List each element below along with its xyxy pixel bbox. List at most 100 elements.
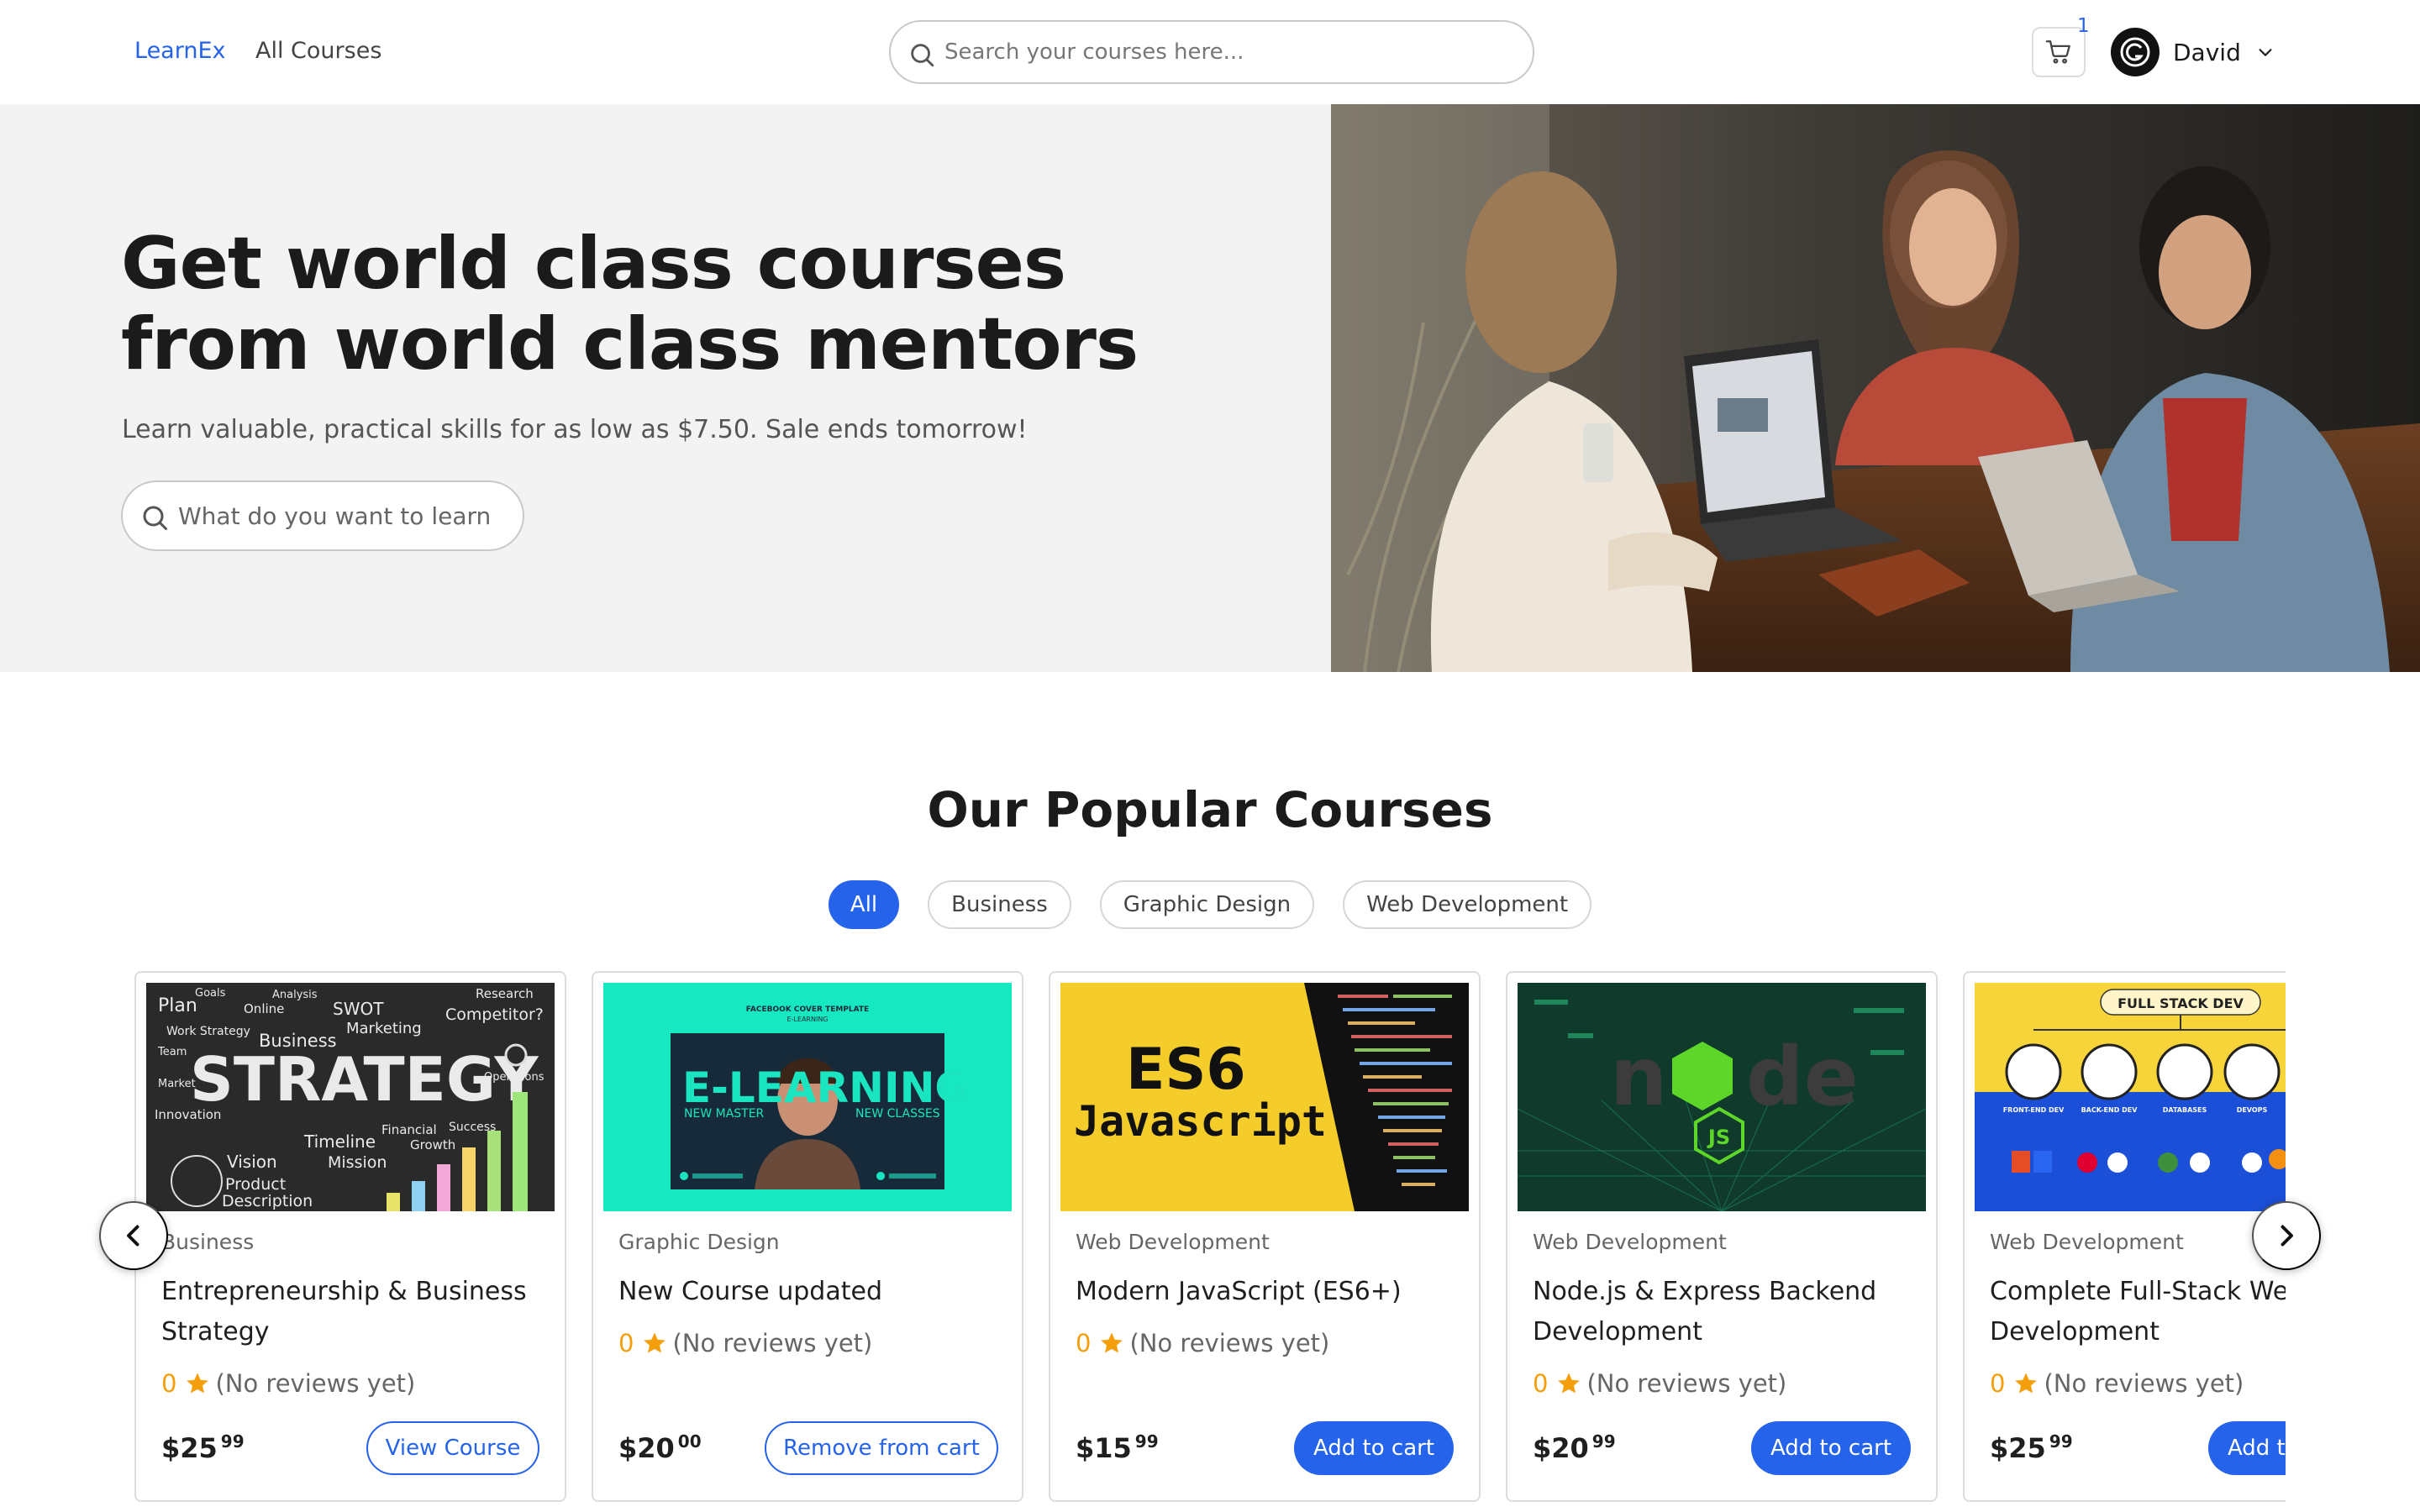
hero-subtitle: Learn valuable, practical skills for as …: [122, 415, 1028, 444]
course-price: $15 99: [1076, 1431, 1159, 1464]
reviews-text: (No reviews yet): [1129, 1329, 1330, 1357]
add-to-cart-button[interactable]: Add to cart: [1294, 1421, 1454, 1475]
course-card[interactable]: Plan Goals Analysis Online SWOT Research…: [134, 971, 566, 1502]
course-thumbnail: FACEBOOK COVER TEMPLATE E-LEARNING E-LEA…: [603, 983, 1012, 1211]
thumb-n: n: [1610, 1030, 1667, 1124]
top-search-bar: [889, 20, 1534, 84]
price-whole: $25: [161, 1432, 218, 1464]
course-thumbnail: n de JS: [1518, 983, 1926, 1211]
price-whole: $25: [1990, 1432, 2046, 1464]
course-rating: 0 (No reviews yet): [1533, 1369, 1786, 1398]
carousel-prev-button[interactable]: [99, 1201, 168, 1270]
rating-value: 0: [1076, 1329, 1092, 1357]
course-price: $25 99: [1990, 1431, 2073, 1464]
course-title[interactable]: Entrepreneurship & Business Strategy: [161, 1272, 556, 1352]
hero-image: [1331, 104, 2420, 672]
course-thumbnail: FULL STACK DEV FRONT-END DEV BACK-END DE…: [1975, 983, 2286, 1211]
price-cents: 99: [1591, 1431, 1616, 1452]
price-whole: $20: [618, 1432, 675, 1464]
top-search-input[interactable]: [944, 29, 1516, 76]
course-category: Business: [161, 1230, 255, 1254]
thumb-word: Growth: [410, 1137, 455, 1152]
user-name: David: [2173, 38, 2241, 66]
all-courses-link[interactable]: All Courses: [255, 38, 381, 64]
chevron-left-icon: [127, 1225, 139, 1247]
course-card[interactable]: ES6 Javascript Web Development Modern Ja…: [1049, 971, 1481, 1502]
thumb-sub-left: NEW MASTER: [684, 1107, 765, 1121]
course-title[interactable]: New Course updated: [618, 1272, 1013, 1312]
thumb-title: E-LEARNING: [682, 1063, 969, 1112]
top-navbar: LearnEx All Courses 1 David: [0, 0, 2420, 104]
course-title[interactable]: Complete Full-Stack Web Development: [1990, 1272, 2286, 1352]
thumb-word: Innovation: [155, 1107, 221, 1122]
course-rating: 0 (No reviews yet): [161, 1369, 415, 1398]
star-icon: [2015, 1373, 2038, 1394]
thumb-js: JS: [1707, 1126, 1730, 1149]
hero-section: Get world class courses from world class…: [0, 104, 1331, 672]
carousel-next-button[interactable]: [2252, 1201, 2321, 1270]
thumb-word: Team: [157, 1046, 187, 1058]
course-category: Graphic Design: [618, 1230, 780, 1254]
thumb-word: Product: [225, 1175, 286, 1194]
filter-all[interactable]: All: [828, 880, 900, 929]
filter-web-development[interactable]: Web Development: [1343, 880, 1592, 929]
add-to-cart-button[interactable]: Add to cart: [1751, 1421, 1911, 1475]
view-course-button[interactable]: View Course: [366, 1421, 539, 1475]
price-whole: $15: [1076, 1432, 1132, 1464]
course-card[interactable]: FULL STACK DEV FRONT-END DEV BACK-END DE…: [1963, 971, 2286, 1502]
course-title[interactable]: Modern JavaScript (ES6+): [1076, 1272, 1470, 1312]
reviews-text: (No reviews yet): [672, 1329, 873, 1357]
course-card[interactable]: n de JS Web Development Node.js & Expres…: [1506, 971, 1938, 1502]
thumb-sub-right: NEW CLASSES: [855, 1107, 940, 1121]
course-category: Web Development: [1076, 1230, 1270, 1254]
thumb-word: Financial: [381, 1122, 437, 1137]
thumb-de: de: [1746, 1030, 1859, 1124]
course-thumbnail: ES6 Javascript: [1060, 983, 1469, 1211]
thumb-col: FRONT-END DEV: [2003, 1106, 2065, 1114]
filter-graphic-design[interactable]: Graphic Design: [1099, 880, 1315, 929]
user-menu[interactable]: David: [2111, 27, 2275, 77]
cart-icon: [2045, 40, 2070, 64]
rating-value: 0: [618, 1329, 634, 1357]
hero-search-input[interactable]: [178, 492, 514, 539]
star-icon: [187, 1373, 209, 1394]
search-icon: [911, 44, 934, 67]
remove-from-cart-button[interactable]: Remove from cart: [765, 1421, 998, 1475]
course-card[interactable]: FACEBOOK COVER TEMPLATE E-LEARNING E-LEA…: [592, 971, 1023, 1502]
course-rating: 0 (No reviews yet): [1076, 1329, 1329, 1357]
price-cents: 99: [1134, 1431, 1159, 1452]
rating-value: 0: [1990, 1369, 2006, 1398]
course-title[interactable]: Node.js & Express Backend Development: [1533, 1272, 1928, 1352]
thumb-word: Market: [158, 1078, 196, 1090]
course-carousel: Plan Goals Analysis Online SWOT Research…: [134, 971, 2286, 1512]
thumb-col: DATABASES: [2163, 1106, 2207, 1114]
thumb-title: FULL STACK DEV: [2118, 995, 2244, 1011]
price-cents: 00: [677, 1431, 702, 1452]
thumb-word: Online: [244, 1001, 284, 1016]
course-category: Web Development: [1990, 1230, 2184, 1254]
brand-logo-link[interactable]: LearnEx: [134, 38, 226, 64]
course-price: $20 00: [618, 1431, 702, 1464]
star-icon: [1101, 1332, 1123, 1353]
thumb-sub: Javascript: [1074, 1097, 1327, 1146]
thumb-word: Plan: [158, 995, 197, 1016]
reviews-text: (No reviews yet): [215, 1369, 416, 1398]
course-price: $25 99: [161, 1431, 245, 1464]
thumb-header: FACEBOOK COVER TEMPLATE: [746, 1005, 869, 1014]
avatar-icon: [2120, 37, 2150, 67]
thumb-col: BACK-END DEV: [2081, 1106, 2139, 1114]
thumb-word: Work Strategy: [166, 1025, 250, 1038]
thumb-title: ES6: [1126, 1037, 1246, 1103]
star-icon: [1558, 1373, 1581, 1394]
filter-business[interactable]: Business: [928, 880, 1071, 929]
course-rating: 0 (No reviews yet): [1990, 1369, 2244, 1398]
search-icon: [143, 506, 167, 530]
avatar[interactable]: [2111, 28, 2160, 76]
course-price: $20 99: [1533, 1431, 1616, 1464]
thumb-word: Research: [476, 986, 534, 1001]
star-icon: [644, 1332, 666, 1353]
price-whole: $20: [1533, 1432, 1589, 1464]
chevron-down-icon[interactable]: [2256, 43, 2275, 61]
rating-value: 0: [161, 1369, 177, 1398]
add-to-cart-button[interactable]: Add to cart: [2208, 1421, 2286, 1475]
